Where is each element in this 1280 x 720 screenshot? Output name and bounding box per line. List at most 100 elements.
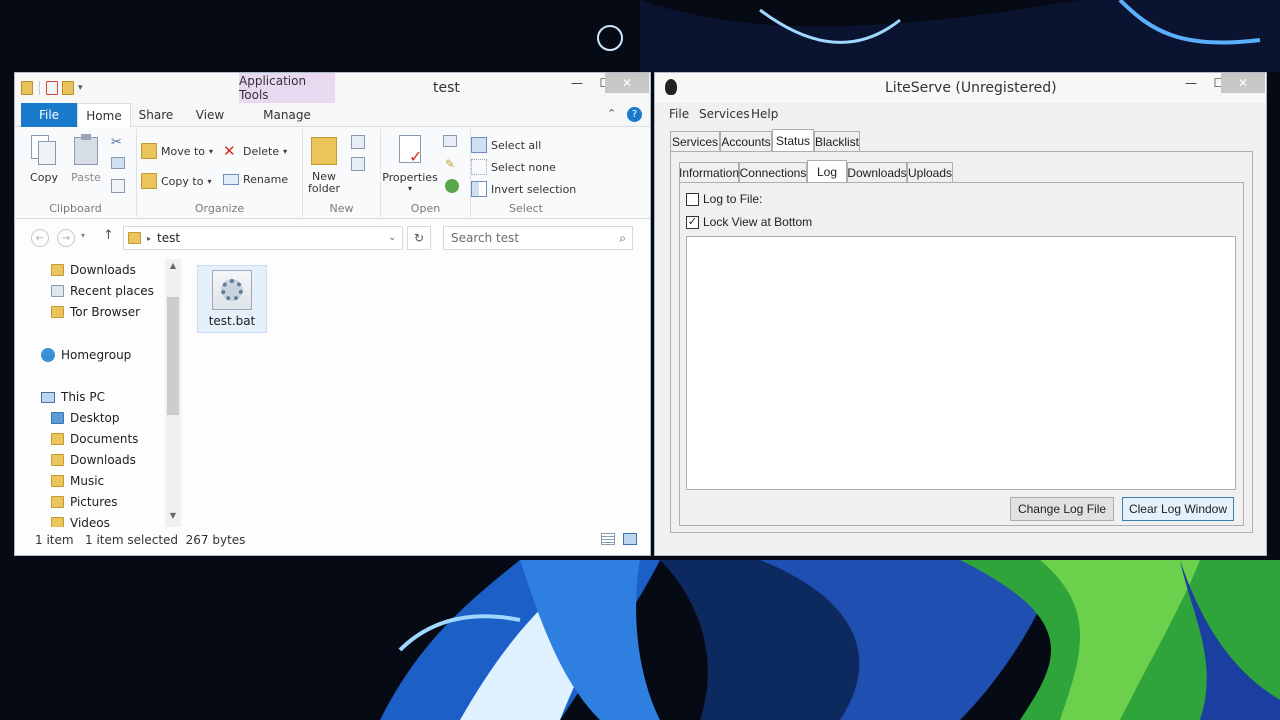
tab-status[interactable]: Status [772,129,814,151]
easy-access-icon[interactable] [351,157,365,171]
search-icon[interactable]: ⌕ [619,231,626,246]
liteserve-window: LiteServe (Unregistered) — ☐ ✕ File Serv… [654,72,1267,556]
help-icon[interactable]: ? [627,107,642,122]
tab-accounts[interactable]: Accounts [720,131,772,151]
new-folder-icon [309,133,339,167]
new-folder-icon[interactable] [62,81,74,95]
address-bar[interactable]: ▸ test ⌄ [123,226,403,250]
checkbox-unchecked[interactable] [686,192,699,206]
log-textarea[interactable] [686,236,1236,490]
nav-item-tor-browser[interactable]: Tor Browser [51,305,140,319]
nav-item-downloads-favorite[interactable]: Downloads [51,263,136,277]
nav-item-pictures[interactable]: Pictures [51,495,118,509]
menu-bar: File Services Help [655,103,1266,125]
nav-item-recent-places[interactable]: Recent places [51,284,154,298]
properties-icon[interactable] [46,81,58,95]
tab-manage[interactable]: Manage [251,103,323,127]
tab-connections[interactable]: Connections [739,162,807,182]
scroll-down-icon[interactable]: ▼ [167,511,179,525]
close-button[interactable]: ✕ [605,73,649,93]
window-title: LiteServe (Unregistered) [885,80,1057,96]
copy-button[interactable]: Copy [29,133,59,184]
tab-uploads[interactable]: Uploads [907,162,953,182]
details-view-icon[interactable] [601,533,615,545]
delete-button[interactable]: ✕ Delete ▾ [223,143,287,159]
new-folder-button[interactable]: New folder [299,133,349,195]
group-label-select: Select [509,202,543,215]
tab-file[interactable]: File [21,103,77,127]
scroll-up-icon[interactable]: ▲ [167,261,179,275]
back-button[interactable]: ← [31,229,49,247]
file-name: test.bat [208,314,256,328]
nav-item-downloads[interactable]: Downloads [51,453,136,467]
search-input[interactable]: Search test ⌕ [443,226,633,250]
file-item[interactable]: test.bat [197,265,267,333]
nav-item-desktop[interactable]: Desktop [51,411,120,425]
copy-to-button[interactable]: Copy to ▾ [141,173,211,189]
clear-log-window-button[interactable]: Clear Log Window [1122,497,1234,521]
open-icon[interactable] [443,135,457,147]
nav-item-documents[interactable]: Documents [51,432,138,446]
large-icons-view-icon[interactable] [623,533,637,545]
nav-item-this-pc[interactable]: This PC [41,390,105,404]
new-item-icon[interactable] [351,135,365,149]
move-to-button[interactable]: Move to ▾ [141,143,213,159]
recent-places-icon [51,285,64,297]
copy-path-icon[interactable] [111,157,125,169]
folder-icon [21,81,33,95]
tab-share[interactable]: Share [133,103,179,127]
group-label-clipboard: Clipboard [49,202,102,215]
rename-button[interactable]: Rename [223,173,288,186]
log-to-file-checkbox[interactable]: Log to File: [686,192,762,206]
address-dropdown-icon[interactable]: ⌄ [388,233,396,243]
menu-help[interactable]: Help [751,107,778,121]
tab-log[interactable]: Log [807,160,847,182]
group-label-new: New [329,202,354,215]
recent-locations-icon[interactable]: ▾ [81,231,85,240]
select-all-button[interactable]: Select all [471,137,541,153]
minimize-button[interactable]: — [1177,73,1205,93]
nav-item-homegroup[interactable]: Homegroup [41,348,131,362]
tab-home[interactable]: Home [77,103,131,128]
lock-view-checkbox[interactable]: ✓ Lock View at Bottom [686,215,812,229]
desktop-icon [51,412,64,424]
address-row: ← → ▾ ↑ ▸ test ⌄ ↻ Search test ⌕ [15,223,650,253]
tab-services[interactable]: Services [670,131,720,151]
collapse-ribbon-icon[interactable]: ⌃ [607,107,616,120]
group-select: Select all Select none Invert selection … [471,129,581,217]
homegroup-icon [41,348,55,362]
videos-icon [51,517,64,527]
close-button[interactable]: ✕ [1221,73,1265,93]
nav-item-music[interactable]: Music [51,474,104,488]
invert-selection-button[interactable]: Invert selection [471,181,576,197]
paste-shortcut-icon[interactable] [111,179,125,193]
tab-downloads[interactable]: Downloads [847,162,907,182]
nav-scrollbar[interactable]: ▲ ▼ [165,259,181,527]
tab-blacklist[interactable]: Blacklist [814,131,860,151]
explorer-titlebar: ▾ Application Tools test — ☐ ✕ [15,73,650,103]
scrollbar-thumb[interactable] [167,297,179,415]
select-none-button[interactable]: Select none [471,159,556,175]
forward-button[interactable]: → [57,229,75,247]
menu-file[interactable]: File [669,107,689,121]
paste-button[interactable]: Paste [71,133,101,184]
checkbox-checked[interactable]: ✓ [686,215,699,229]
menu-services[interactable]: Services [699,107,750,121]
select-all-icon [471,137,487,153]
tab-information[interactable]: Information [679,162,739,182]
refresh-button[interactable]: ↻ [407,226,431,250]
group-label-open: Open [410,202,441,215]
edit-icon[interactable]: ✎ [445,157,455,171]
customize-qat-icon[interactable]: ▾ [78,83,83,93]
properties-button[interactable]: ✓ Properties ▾ [375,133,445,193]
quick-access-toolbar: ▾ [21,79,83,97]
tab-view[interactable]: View [187,103,233,127]
liteserve-titlebar: LiteServe (Unregistered) — ☐ ✕ [655,73,1266,103]
cut-icon[interactable]: ✂ [111,135,122,150]
minimize-button[interactable]: — [563,73,591,93]
change-log-file-button[interactable]: Change Log File [1010,497,1114,521]
up-button[interactable]: ↑ [103,228,114,243]
breadcrumb[interactable]: test [157,231,180,245]
history-icon[interactable] [445,179,459,193]
nav-item-videos[interactable]: Videos [51,516,110,527]
